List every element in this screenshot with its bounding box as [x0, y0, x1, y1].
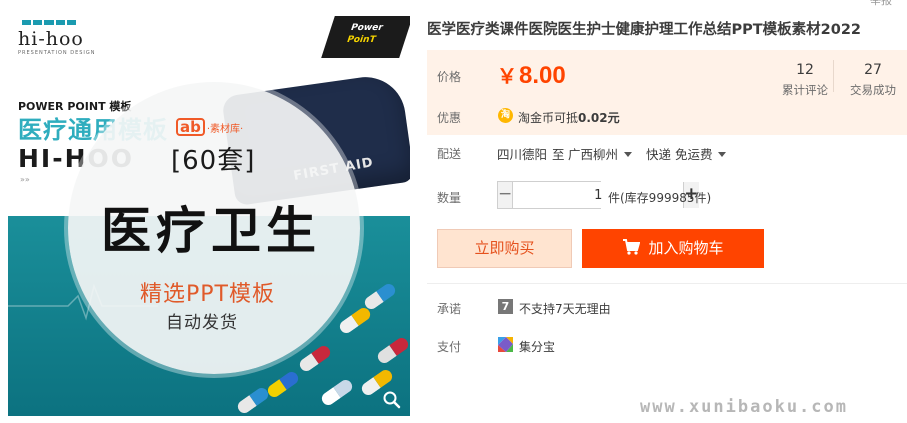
promise-text[interactable]: 不支持7天无理由: [519, 300, 611, 317]
promo-text: 淘金币可抵0.02元: [518, 111, 620, 125]
shipping-method-select[interactable]: 快递 免运费: [646, 144, 727, 163]
promise-row: 承诺 7 不支持7天无理由: [427, 298, 907, 318]
product-title: 医学医疗类课件医院医生护士健康护理工作总结PPT模板素材2022: [427, 22, 861, 38]
ship-to-word: 至: [552, 147, 565, 162]
powerpoint-badge: Power PoinT: [321, 16, 410, 58]
ship-from: 四川德阳: [497, 147, 548, 162]
add-to-cart-button[interactable]: 加入购物车: [582, 229, 764, 268]
jifenbao-icon: [498, 337, 513, 352]
shipping-row: 配送 四川德阳 至 广西柳州 快递 免运费: [427, 143, 907, 163]
price-section: 价格 ￥8.00 12 累计评论 27 交易成功: [427, 50, 907, 99]
quantity-row: 数量 − + 件(库存999985件): [427, 181, 907, 211]
chevron-down-icon: [718, 152, 727, 157]
set-count: [60套]: [171, 146, 256, 176]
brand-logo: hi-hoo PRESENTATION DESIGN: [18, 28, 96, 56]
buy-now-button[interactable]: 立即购买: [437, 229, 572, 268]
report-link[interactable]: 举报: [870, 0, 892, 8]
promo-section: 优惠 淘 淘金币可抵0.02元: [427, 99, 907, 135]
promise-label: 承诺: [437, 302, 462, 316]
zoom-icon[interactable]: [382, 390, 402, 410]
product-main-image[interactable]: hi-hoo PRESENTATION DESIGN Power PoinT POW…: [8, 14, 410, 416]
arrows-decoration: »»: [20, 175, 30, 184]
image-sub-title: 精选PPT模板: [140, 282, 275, 307]
payment-label: 支付: [437, 340, 462, 354]
quantity-label: 数量: [437, 191, 462, 205]
deals-label: 交易成功: [850, 83, 896, 97]
stat-divider: [833, 60, 834, 92]
chevron-down-icon: [624, 152, 633, 157]
quantity-stepper: − +: [497, 181, 699, 209]
deals-count: 27: [864, 62, 882, 78]
stock-info: 件(库存999985件): [608, 191, 712, 205]
auto-delivery-text: 自动发货: [166, 313, 238, 333]
reviews-count: 12: [796, 62, 814, 78]
reviews-stat[interactable]: 12 累计评论: [771, 59, 839, 98]
section-divider: [427, 283, 907, 284]
promo-label: 优惠: [437, 111, 462, 125]
site-watermark: www.xunibaoku.com: [640, 397, 848, 417]
taojinbi-coin-icon: 淘: [498, 108, 513, 123]
add-to-cart-label: 加入购物车: [648, 239, 724, 257]
cart-icon: [623, 239, 641, 255]
price-value: ￥8.00: [497, 62, 566, 89]
price-label: 价格: [437, 70, 462, 84]
payment-row: 支付 集分宝: [427, 336, 907, 356]
shipping-label: 配送: [437, 147, 462, 161]
reviews-label: 累计评论: [782, 83, 828, 97]
deals-stat[interactable]: 27 交易成功: [839, 59, 907, 98]
logo-color-bars: [22, 20, 77, 25]
destination-select[interactable]: 广西柳州: [568, 144, 633, 163]
payment-text: 集分宝: [519, 340, 556, 354]
decrease-button[interactable]: −: [498, 182, 513, 208]
seven-day-icon: 7: [498, 299, 513, 314]
image-main-title: 医疗卫生: [101, 202, 321, 260]
sucai-logo: ab ·素材库·: [176, 118, 243, 136]
